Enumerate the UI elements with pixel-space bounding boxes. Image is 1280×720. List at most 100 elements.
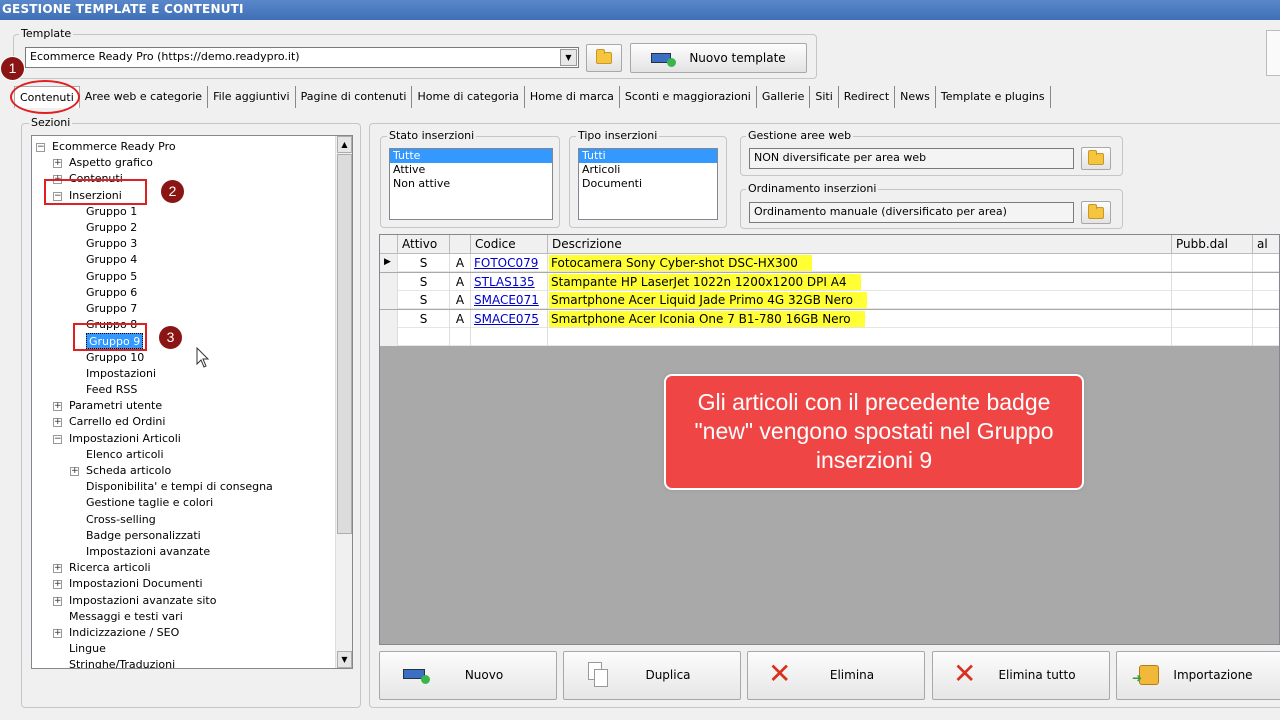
tree-item[interactable]: Impostazioni xyxy=(86,366,156,382)
tree-item[interactable]: Gruppo 1 xyxy=(86,204,137,220)
col-attivo[interactable]: Attivo xyxy=(398,235,450,254)
cell-al[interactable] xyxy=(1253,273,1279,291)
cell-tipo[interactable]: A xyxy=(450,272,471,291)
tab-home-di-categoria[interactable]: Home di categoria xyxy=(412,86,525,108)
cell-pubb-dal[interactable] xyxy=(1172,328,1253,346)
col-descrizione[interactable]: Descrizione xyxy=(548,235,1172,254)
collapse-icon[interactable]: − xyxy=(53,434,62,444)
tree-item[interactable]: Gruppo 2 xyxy=(86,220,137,236)
template-combo[interactable]: Ecommerce Ready Pro (https://demo.readyp… xyxy=(25,47,579,68)
cell-al[interactable] xyxy=(1253,328,1279,346)
tree-item[interactable]: Aspetto grafico xyxy=(69,155,153,171)
tree-item[interactable]: Messaggi e testi vari xyxy=(69,609,183,625)
code-link[interactable]: SMACE071 xyxy=(474,293,539,307)
list-option[interactable]: Attive xyxy=(390,163,552,177)
tree-item[interactable]: Impostazioni avanzate sito xyxy=(69,593,216,609)
list-option[interactable]: Tutte xyxy=(390,149,552,163)
code-link[interactable]: FOTOC079 xyxy=(474,256,538,270)
tab-siti[interactable]: Siti xyxy=(810,86,839,108)
cell-codice[interactable] xyxy=(471,328,548,346)
cell-descrizione[interactable]: Smartphone Acer Liquid Jade Primo 4G 32G… xyxy=(548,291,1172,309)
col-tipo[interactable] xyxy=(450,235,471,254)
table-row[interactable]: ▶ S A FOTOC079 Fotocamera Sony Cyber-shot DS… xyxy=(380,254,1279,272)
ordinamento-folder-button[interactable] xyxy=(1081,201,1111,224)
cell-codice[interactable]: STLAS135 xyxy=(471,272,548,291)
tree-item[interactable]: Gruppo 7 xyxy=(86,301,137,317)
cell-tipo[interactable]: A xyxy=(450,254,471,272)
tree-item[interactable]: Parametri utente xyxy=(69,398,162,414)
scroll-up-icon[interactable]: ▲ xyxy=(337,136,352,153)
table-row[interactable]: S A SMACE075 Smartphone Acer Iconia One 7 B… xyxy=(380,309,1279,328)
tree-item[interactable]: Indicizzazione / SEO xyxy=(69,625,179,641)
cell-tipo[interactable] xyxy=(450,328,471,346)
tree-item[interactable]: Gruppo 6 xyxy=(86,285,137,301)
scroll-thumb[interactable] xyxy=(337,154,352,534)
cell-attivo[interactable]: S xyxy=(398,272,450,291)
list-option[interactable]: Documenti xyxy=(579,177,717,191)
cell-al[interactable] xyxy=(1253,291,1279,309)
tree-item[interactable]: Gruppo 4 xyxy=(86,252,137,268)
tree-item[interactable]: Feed RSS xyxy=(86,382,137,398)
cell-al[interactable] xyxy=(1253,254,1279,272)
expand-icon[interactable]: + xyxy=(53,418,62,428)
cell-tipo[interactable]: A xyxy=(450,291,471,309)
sections-tree[interactable]: ▲ ▼ − Ecommerce Ready Pro + Aspetto grafico… xyxy=(31,135,353,669)
delete-button[interactable]: ✕ Elimina xyxy=(747,651,925,700)
tree-item[interactable]: Gruppo 10 xyxy=(86,350,144,366)
table-row[interactable] xyxy=(380,328,1279,346)
ordinamento-field[interactable]: Ordinamento manuale (diversificato per a… xyxy=(749,202,1074,223)
expand-icon[interactable]: + xyxy=(53,596,62,606)
expand-icon[interactable]: + xyxy=(53,159,62,169)
list-option[interactable]: Non attive xyxy=(390,177,552,191)
collapse-icon[interactable]: − xyxy=(36,143,45,152)
tab-file-aggiuntivi[interactable]: File aggiuntivi xyxy=(208,86,296,108)
tree-item[interactable]: Gruppo 3 xyxy=(86,236,137,252)
cell-attivo[interactable]: S xyxy=(398,254,450,272)
cell-descrizione[interactable] xyxy=(548,328,1172,346)
tree-scrollbar[interactable]: ▲ ▼ xyxy=(335,136,352,668)
tree-item[interactable]: Ricerca articoli xyxy=(69,560,151,576)
expand-icon[interactable]: + xyxy=(53,629,62,638)
aree-folder-button[interactable] xyxy=(1081,147,1111,170)
cell-attivo[interactable]: S xyxy=(398,309,450,328)
cell-al[interactable] xyxy=(1253,310,1279,328)
import-button[interactable]: ➜ Importazione xyxy=(1116,651,1280,700)
cell-pubb-dal[interactable] xyxy=(1172,291,1253,309)
tab-news[interactable]: News xyxy=(895,86,936,108)
code-link[interactable]: SMACE075 xyxy=(474,312,539,326)
tab-pagine-di-contenuti[interactable]: Pagine di contenuti xyxy=(296,86,413,108)
cell-codice[interactable]: FOTOC079 xyxy=(471,254,548,272)
tree-item[interactable]: Impostazioni avanzate xyxy=(86,544,210,560)
col-pubb-dal[interactable]: Pubb.dal xyxy=(1172,235,1253,254)
cell-descrizione[interactable]: Fotocamera Sony Cyber-shot DSC-HX300 xyxy=(548,254,1172,272)
table-row[interactable]: S A SMACE071 Smartphone Acer Liquid Jade Pr… xyxy=(380,291,1279,309)
tree-item[interactable]: Scheda articolo xyxy=(86,463,171,479)
tree-item[interactable]: Badge personalizzati xyxy=(86,528,201,544)
new-template-button[interactable]: Nuovo template xyxy=(630,43,807,73)
cell-codice[interactable]: SMACE071 xyxy=(471,291,548,309)
stato-listbox[interactable]: Tutte Attive Non attive xyxy=(389,148,553,220)
expand-icon[interactable]: + xyxy=(53,580,62,590)
tree-item[interactable]: Ecommerce Ready Pro xyxy=(52,139,176,155)
tab-sconti-e-maggiorazioni[interactable]: Sconti e maggiorazioni xyxy=(620,86,757,108)
tree-item[interactable]: Lingue xyxy=(69,641,106,657)
new-button[interactable]: Nuovo xyxy=(379,651,557,700)
cell-codice[interactable]: SMACE075 xyxy=(471,309,548,328)
expand-icon[interactable]: + xyxy=(70,467,79,476)
tree-item[interactable]: Carrello ed Ordini xyxy=(69,414,165,430)
tab-template-e-plugins[interactable]: Template e plugins xyxy=(936,86,1051,108)
tree-item[interactable]: Stringhe/Traduzioni xyxy=(69,657,175,668)
cell-pubb-dal[interactable] xyxy=(1172,309,1253,328)
table-row[interactable]: S A STLAS135 Stampante HP LaserJet 1022n 12… xyxy=(380,272,1279,291)
col-codice[interactable]: Codice xyxy=(471,235,548,254)
cell-tipo[interactable]: A xyxy=(450,309,471,328)
delete-all-button[interactable]: ✕ Elimina tutto xyxy=(932,651,1110,700)
aree-field[interactable]: NON diversificate per area web xyxy=(749,148,1074,169)
code-link[interactable]: STLAS135 xyxy=(474,275,535,289)
list-option[interactable]: Articoli xyxy=(579,163,717,177)
tree-item[interactable]: Elenco articoli xyxy=(86,447,164,463)
expand-icon[interactable]: + xyxy=(53,402,62,412)
tree-item[interactable]: Impostazioni Articoli xyxy=(69,431,181,447)
tab-home-di-marca[interactable]: Home di marca xyxy=(525,86,620,108)
expand-icon[interactable]: + xyxy=(53,564,62,574)
